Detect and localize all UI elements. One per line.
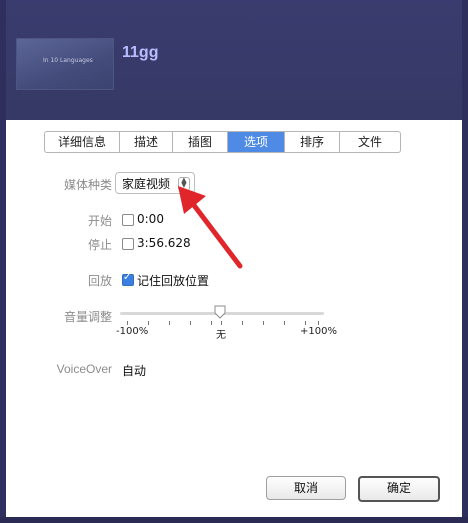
voiceover-value[interactable]: 自动 <box>122 362 146 379</box>
cancel-button[interactable]: 取消 <box>266 476 346 500</box>
media-kind-value: 家庭视频 <box>122 177 171 191</box>
thumbnail-text: In 10 Languages <box>43 57 93 64</box>
volume-tick <box>169 321 170 325</box>
volume-tick <box>305 321 306 325</box>
info-dialog: In 10 Languages 11gg 详细信息 描述 插图 选项 排序 文件… <box>6 0 462 517</box>
volume-tick <box>242 321 243 325</box>
volume-tick <box>148 321 149 325</box>
tab-description[interactable]: 描述 <box>120 132 173 152</box>
remember-position-checkbox[interactable] <box>122 272 134 286</box>
volume-tick <box>211 321 212 325</box>
volume-tick <box>221 321 222 325</box>
volume-label: 音量调整 <box>63 310 112 324</box>
playback-label: 回放 <box>87 274 112 288</box>
volume-min-label: -100% <box>116 326 149 337</box>
tab-sorting[interactable]: 排序 <box>285 132 340 152</box>
tab-bar: 详细信息 描述 插图 选项 排序 文件 <box>44 131 401 153</box>
tab-options[interactable]: 选项 <box>228 132 285 152</box>
media-kind-label: 媒体种类 <box>63 178 112 192</box>
volume-tick <box>127 321 128 325</box>
volume-slider-thumb[interactable] <box>214 305 226 319</box>
volume-tick <box>284 321 285 325</box>
start-label: 开始 <box>87 214 112 228</box>
volume-mid-label: 无 <box>216 330 226 341</box>
ok-button[interactable]: 确定 <box>358 476 440 502</box>
item-title: 11gg <box>122 44 159 61</box>
stop-label: 停止 <box>87 238 112 252</box>
volume-max-label: +100% <box>300 326 337 337</box>
start-time-value[interactable]: 0:00 <box>137 212 164 226</box>
voiceover-label: VoiceOver <box>56 362 112 376</box>
dialog-header: In 10 Languages 11gg <box>6 0 462 120</box>
window-bottom-edge <box>0 517 468 523</box>
annotation-arrow-icon <box>178 186 243 269</box>
tab-artwork[interactable]: 插图 <box>173 132 228 152</box>
tab-details[interactable]: 详细信息 <box>45 132 120 152</box>
tab-file[interactable]: 文件 <box>340 132 400 152</box>
volume-tick <box>263 321 264 325</box>
volume-tick <box>190 321 191 325</box>
volume-tick <box>318 321 319 325</box>
artwork-thumbnail: In 10 Languages <box>16 38 114 90</box>
stop-checkbox[interactable] <box>122 238 134 250</box>
start-checkbox[interactable] <box>122 214 134 226</box>
